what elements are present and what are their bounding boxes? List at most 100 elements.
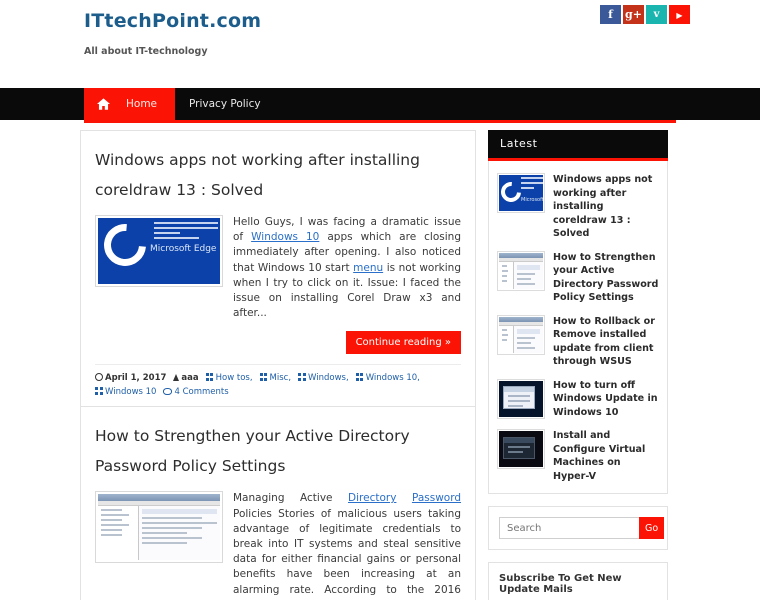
home-icon[interactable] — [84, 98, 122, 110]
post-article: Windows apps not working after installin… — [80, 130, 476, 407]
search-go-button[interactable]: Go — [639, 517, 665, 539]
excerpt-link-directory[interactable]: Directory — [348, 492, 396, 504]
excerpt-link-password[interactable]: Password — [412, 492, 461, 504]
microsoft-edge-logo-icon: Microsoft Edge — [98, 218, 220, 284]
category-link[interactable]: Misc, — [270, 373, 292, 383]
page-layout: Windows apps not working after installin… — [0, 120, 760, 600]
post-thumbnail[interactable]: Microsoft Edge — [95, 215, 223, 287]
latest-item-title[interactable]: Windows apps not working after installin… — [553, 173, 659, 241]
windows-desktop-screenshot-icon — [499, 380, 543, 417]
latest-thumbnail[interactable] — [497, 314, 545, 355]
list-item[interactable]: How to Rollback or Remove installed upda… — [497, 311, 659, 375]
nav-item-home[interactable]: Home — [122, 98, 175, 110]
thumb-panes — [98, 506, 220, 561]
latest-thumbnail[interactable] — [497, 378, 545, 419]
hyperv-console-screenshot-icon — [499, 431, 543, 467]
excerpt-link-menu[interactable]: menu — [353, 262, 383, 274]
category-link[interactable]: Windows, — [308, 373, 349, 383]
search-input[interactable] — [499, 517, 639, 539]
post-category[interactable]: Windows 10 — [95, 385, 156, 399]
category-icon — [355, 373, 364, 382]
post-category[interactable]: Windows 10, — [355, 371, 420, 385]
latest-item-title[interactable]: How to Strengthen your Active Directory … — [553, 251, 659, 305]
continue-reading-button[interactable]: Continue reading » — [345, 331, 461, 355]
category-link[interactable]: How tos, — [216, 373, 253, 383]
category-link[interactable]: Windows 10, — [366, 373, 420, 383]
latest-item-title[interactable]: How to turn off Windows Update in Window… — [553, 379, 659, 420]
window-glyph — [503, 436, 536, 460]
widget-latest: Latest Microsoft Windows apps not workin… — [488, 130, 668, 494]
post-title[interactable]: How to Strengthen your Active Directory … — [95, 421, 461, 481]
admin-console-screenshot-icon — [98, 494, 220, 561]
google-plus-icon[interactable]: g+ — [623, 5, 644, 24]
category-icon — [259, 373, 268, 382]
site-title[interactable]: ITtechPoint.com — [84, 10, 261, 32]
thumb-overlay-text — [154, 222, 218, 240]
nav-left-spacer — [0, 88, 84, 120]
comment-count-text[interactable]: 4 Comments — [174, 387, 228, 397]
youtube-icon[interactable]: ▶ — [669, 5, 690, 24]
post-date-text: April 1, 2017 — [105, 373, 167, 384]
excerpt-link-windows10[interactable]: Windows 10 — [251, 231, 319, 243]
twitter-icon[interactable]: ᴠ — [646, 5, 667, 24]
category-icon — [95, 387, 103, 396]
excerpt-text — [396, 492, 412, 504]
list-item[interactable]: Microsoft Windows apps not working after… — [497, 169, 659, 247]
thumb-overlay-text — [521, 177, 543, 195]
latest-thumbnail[interactable]: Microsoft — [497, 173, 545, 213]
content-column: Windows apps not working after installin… — [80, 130, 476, 600]
search-row: Go — [499, 517, 665, 539]
widget-search: Go — [488, 506, 668, 550]
admin-console-screenshot-icon — [499, 252, 543, 289]
post-date: April 1, 2017 — [95, 371, 166, 385]
site-tagline: All about IT-technology — [84, 46, 208, 57]
latest-thumbnail[interactable] — [497, 429, 545, 469]
post-category[interactable]: How tos, — [205, 371, 253, 385]
post-meta: April 1, 2017 aaa How tos, Misc, Windows, Win… — [95, 364, 461, 406]
site-header: ITtechPoint.com All about IT-technology … — [0, 0, 760, 88]
post-article: How to Strengthen your Active Directory … — [80, 406, 476, 600]
post-thumbnail[interactable] — [95, 491, 223, 564]
nav-home-block[interactable]: Home — [84, 88, 176, 120]
list-item[interactable]: How to Strengthen your Active Directory … — [497, 247, 659, 311]
post-comments[interactable]: 4 Comments — [163, 385, 229, 399]
widget-subscribe: Subscribe To Get New Update Mails Email*… — [488, 562, 668, 600]
edge-e-glyph — [98, 218, 155, 275]
thumb-tree-pane — [98, 506, 140, 561]
latest-thumbnail[interactable] — [497, 250, 545, 291]
post-excerpt: Managing Active Directory Password Polic… — [233, 491, 461, 600]
excerpt-text: Managing Active — [233, 492, 349, 505]
latest-item-title[interactable]: How to Rollback or Remove installed upda… — [553, 315, 659, 369]
thumb-titlebar — [98, 494, 220, 502]
user-icon — [173, 374, 180, 382]
post-title[interactable]: Windows apps not working after installin… — [95, 145, 461, 205]
nav-item-privacy-policy[interactable]: Privacy Policy — [175, 88, 275, 120]
post-excerpt: Hello Guys, I was facing a dramatic issu… — [233, 215, 461, 321]
edge-wordmark: Microsoft Edge — [150, 244, 217, 254]
microsoft-edge-logo-icon: Microsoft — [499, 175, 543, 211]
list-item[interactable]: Install and Configure Virtual Machines o… — [497, 425, 659, 489]
clock-icon — [95, 373, 103, 382]
post-body: Managing Active Directory Password Polic… — [95, 491, 461, 600]
post-author: aaa — [173, 371, 199, 385]
main-navigation: Home Privacy Policy — [0, 88, 760, 123]
category-icon — [205, 373, 214, 382]
category-link[interactable]: Windows 10 — [105, 387, 156, 397]
comment-icon — [163, 388, 173, 396]
subscribe-title: Subscribe To Get New Update Mails — [499, 573, 622, 595]
site-branding: ITtechPoint.com All about IT-technology — [84, 10, 261, 58]
nav-accent-underline — [84, 120, 676, 123]
category-icon — [298, 373, 307, 382]
latest-item-title[interactable]: Install and Configure Virtual Machines o… — [553, 429, 659, 483]
post-body: Microsoft Edge Hello Guys, I was facing … — [95, 215, 461, 321]
thumb-detail-pane — [139, 506, 220, 561]
post-category[interactable]: Misc, — [259, 371, 292, 385]
facebook-icon[interactable]: f — [600, 5, 621, 24]
post-category[interactable]: Windows, — [298, 371, 349, 385]
list-item[interactable]: How to turn off Windows Update in Window… — [497, 375, 659, 426]
social-links: f g+ ᴠ ▶ — [600, 5, 690, 24]
widget-latest-heading: Latest — [488, 130, 668, 161]
page-root: ITtechPoint.com All about IT-technology … — [0, 0, 760, 600]
post-author-text[interactable]: aaa — [181, 373, 198, 383]
edge-wordmark: Microsoft — [521, 197, 543, 203]
